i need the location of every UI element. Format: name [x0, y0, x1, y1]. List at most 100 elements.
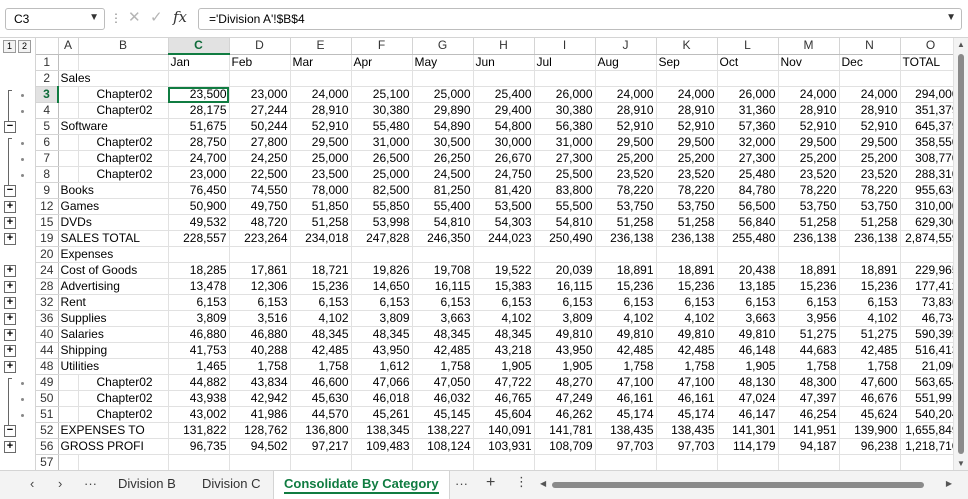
cell-f[interactable]: 26,500 — [351, 150, 413, 167]
cell-c[interactable]: 6,153 — [168, 294, 230, 311]
cell-h[interactable]: 54,800 — [473, 118, 535, 135]
cell-b[interactable]: Chapter02 — [78, 390, 169, 407]
cell-k[interactable]: 4,102 — [656, 310, 718, 327]
cell-j[interactable]: 53,750 — [595, 198, 657, 215]
cell-o[interactable]: 516,413 — [900, 342, 962, 359]
cell-o[interactable]: 351,379 — [900, 102, 962, 119]
cell-h[interactable]: 244,023 — [473, 230, 535, 247]
cell-m[interactable]: 48,300 — [778, 374, 840, 391]
cell-f[interactable]: 3,809 — [351, 310, 413, 327]
cell-d[interactable]: 49,750 — [229, 198, 291, 215]
cell-i[interactable]: 1,905 — [534, 358, 596, 375]
cell-c[interactable]: 18,285 — [168, 262, 230, 279]
cell-i[interactable]: 31,000 — [534, 134, 596, 151]
cell-g[interactable]: 47,050 — [412, 374, 474, 391]
cell-a[interactable] — [58, 166, 79, 183]
cell-o[interactable]: 590,395 — [900, 326, 962, 343]
cell-k[interactable]: 51,258 — [656, 214, 718, 231]
expand-group-button[interactable]: + — [4, 297, 16, 309]
cell-d[interactable]: 27,800 — [229, 134, 291, 151]
collapse-group-button[interactable]: − — [4, 425, 16, 437]
cell-l[interactable]: 56,500 — [717, 198, 779, 215]
cell-e[interactable]: 44,570 — [290, 406, 352, 423]
cell-g[interactable]: 246,350 — [412, 230, 474, 247]
cell-g[interactable]: 55,400 — [412, 198, 474, 215]
cell-j[interactable]: 138,435 — [595, 422, 657, 439]
cell-i[interactable]: 27,300 — [534, 150, 596, 167]
column-header-n[interactable]: N — [839, 38, 901, 55]
cell-o[interactable] — [900, 246, 962, 263]
cell-h[interactable]: 30,000 — [473, 134, 535, 151]
tab-division-b[interactable]: Division B — [108, 471, 186, 499]
cell-c[interactable]: 131,822 — [168, 422, 230, 439]
cell-d[interactable] — [229, 454, 291, 470]
cancel-icon[interactable]: ✕ — [128, 8, 141, 26]
cell-b[interactable]: Chapter02 — [78, 150, 169, 167]
cell-l[interactable]: 48,130 — [717, 374, 779, 391]
cell-a[interactable] — [58, 390, 79, 407]
cell-i[interactable]: Jul — [534, 54, 596, 71]
cell-f[interactable]: 82,500 — [351, 182, 413, 199]
cell-a[interactable]: Advertising — [58, 278, 169, 295]
cell-g[interactable]: 29,890 — [412, 102, 474, 119]
cell-k[interactable]: 45,174 — [656, 406, 718, 423]
cell-o[interactable]: 229,965 — [900, 262, 962, 279]
cell-j[interactable]: 24,000 — [595, 86, 657, 103]
cell-m[interactable]: 24,000 — [778, 86, 840, 103]
row-header[interactable]: 52 — [36, 422, 59, 439]
row-header[interactable]: 32 — [36, 294, 59, 311]
cell-m[interactable]: 141,951 — [778, 422, 840, 439]
cell-c[interactable] — [168, 246, 230, 263]
row-header[interactable]: 49 — [36, 374, 59, 391]
cell-j[interactable] — [595, 454, 657, 470]
cell-c[interactable] — [168, 454, 230, 470]
cell-e[interactable]: 4,102 — [290, 310, 352, 327]
cell-o[interactable] — [900, 70, 962, 87]
cell-k[interactable]: 49,810 — [656, 326, 718, 343]
cell-o[interactable]: 73,836 — [900, 294, 962, 311]
cell-d[interactable]: 27,244 — [229, 102, 291, 119]
cell-c[interactable]: 28,750 — [168, 134, 230, 151]
cell-g[interactable]: 48,345 — [412, 326, 474, 343]
outline-level-1-button[interactable]: 1 — [3, 40, 16, 53]
cell-j[interactable]: 29,500 — [595, 134, 657, 151]
cell-k[interactable] — [656, 246, 718, 263]
cell-j[interactable]: 18,891 — [595, 262, 657, 279]
cell-f[interactable]: 55,850 — [351, 198, 413, 215]
cell-a[interactable]: Expenses — [58, 246, 169, 263]
cell-k[interactable]: Sep — [656, 54, 718, 71]
column-header-e[interactable]: E — [290, 38, 352, 55]
row-header[interactable]: 5 — [36, 118, 59, 135]
cell-n[interactable] — [839, 246, 901, 263]
cell-k[interactable]: 47,100 — [656, 374, 718, 391]
cell-o[interactable]: 1,218,710 — [900, 438, 962, 455]
cell-a[interactable]: Salaries — [58, 326, 169, 343]
cell-m[interactable]: Nov — [778, 54, 840, 71]
cell-n[interactable]: 4,102 — [839, 310, 901, 327]
cell-g[interactable]: 54,890 — [412, 118, 474, 135]
more-sheets-left-icon[interactable]: ··· — [84, 476, 97, 491]
cell-l[interactable]: 84,780 — [717, 182, 779, 199]
cell-n[interactable]: 78,220 — [839, 182, 901, 199]
cell-k[interactable]: 28,910 — [656, 102, 718, 119]
expand-group-button[interactable]: + — [4, 361, 16, 373]
cell-o[interactable]: 645,379 — [900, 118, 962, 135]
cell-m[interactable]: 46,254 — [778, 406, 840, 423]
column-header-k[interactable]: K — [656, 38, 718, 55]
cell-e[interactable]: 78,000 — [290, 182, 352, 199]
row-header[interactable]: 3 — [36, 86, 59, 103]
cell-e[interactable]: 52,910 — [290, 118, 352, 135]
cell-n[interactable]: 96,238 — [839, 438, 901, 455]
cell-e[interactable]: 18,721 — [290, 262, 352, 279]
cell-b[interactable]: Chapter02 — [78, 374, 169, 391]
cell-n[interactable]: 53,750 — [839, 198, 901, 215]
expand-group-button[interactable]: + — [4, 233, 16, 245]
cell-l[interactable] — [717, 246, 779, 263]
cell-o[interactable]: 288,310 — [900, 166, 962, 183]
cell-k[interactable]: 97,703 — [656, 438, 718, 455]
cell-o[interactable]: 955,630 — [900, 182, 962, 199]
cell-n[interactable]: 47,600 — [839, 374, 901, 391]
cell-h[interactable]: 43,218 — [473, 342, 535, 359]
column-header-c[interactable]: C — [168, 38, 230, 55]
cell-o[interactable]: TOTAL — [900, 54, 962, 71]
